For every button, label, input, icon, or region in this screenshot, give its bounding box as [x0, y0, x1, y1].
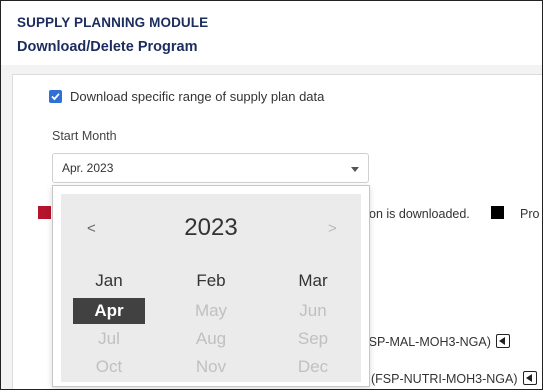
- page-title: Download/Delete Program: [17, 39, 198, 55]
- program-row-nutri-label: (FSP-NUTRI-MOH3-NGA): [371, 372, 518, 386]
- month-jul: Jul: [98, 329, 120, 348]
- content-band-left: [1, 65, 12, 389]
- legend-text-downloaded: on is downloaded.: [369, 207, 470, 221]
- start-month-select[interactable]: Apr. 2023: [52, 153, 369, 183]
- chevron-down-icon: [351, 167, 359, 172]
- month-jun: Jun: [299, 301, 327, 320]
- month-nov: Nov: [195, 357, 227, 376]
- month-picker-panel: < 2023 > Jan Feb Mar Apr May Jun Jul Aug Sep Oct N…: [61, 194, 361, 382]
- caret-left-icon[interactable]: [522, 371, 537, 385]
- module-title: SUPPLY PLANNING MODULE: [17, 15, 209, 30]
- legend-text-pro: Pro: [520, 207, 540, 221]
- month-oct: Oct: [95, 357, 123, 376]
- legend-black-swatch: [491, 206, 504, 219]
- month-jan[interactable]: Jan: [73, 268, 145, 294]
- month-dec: Dec: [297, 357, 329, 376]
- month-sep: Sep: [297, 329, 329, 348]
- month-apr[interactable]: Apr: [73, 298, 145, 324]
- caret-left-icon[interactable]: [495, 334, 510, 348]
- legend-red-swatch: [38, 206, 51, 219]
- program-row-mal-label: FSP-MAL-MOH3-NGA): [361, 335, 491, 349]
- content-band: [1, 65, 542, 74]
- program-row-nutri: (FSP-NUTRI-MOH3-NGA): [371, 371, 537, 386]
- start-month-value: Apr. 2023: [62, 161, 114, 175]
- window-frame: SUPPLY PLANNING MODULE Download/Delete P…: [0, 0, 543, 390]
- download-range-label: Download specific range of supply plan d…: [70, 89, 325, 104]
- month-picker: < 2023 > Jan Feb Mar Apr May Jun Jul Aug Sep Oct N…: [52, 185, 370, 387]
- program-row-mal: FSP-MAL-MOH3-NGA): [361, 334, 510, 349]
- month-may: May: [194, 301, 228, 320]
- month-mar[interactable]: Mar: [277, 268, 349, 294]
- checkmark-icon: [51, 93, 60, 101]
- next-year-button[interactable]: >: [328, 220, 337, 237]
- month-aug: Aug: [195, 329, 227, 348]
- page-header: SUPPLY PLANNING MODULE Download/Delete P…: [1, 1, 542, 66]
- download-range-checkbox[interactable]: [49, 90, 62, 103]
- picker-year: 2023: [184, 214, 238, 241]
- start-month-label: Start Month: [52, 129, 117, 143]
- month-feb[interactable]: Feb: [175, 268, 247, 294]
